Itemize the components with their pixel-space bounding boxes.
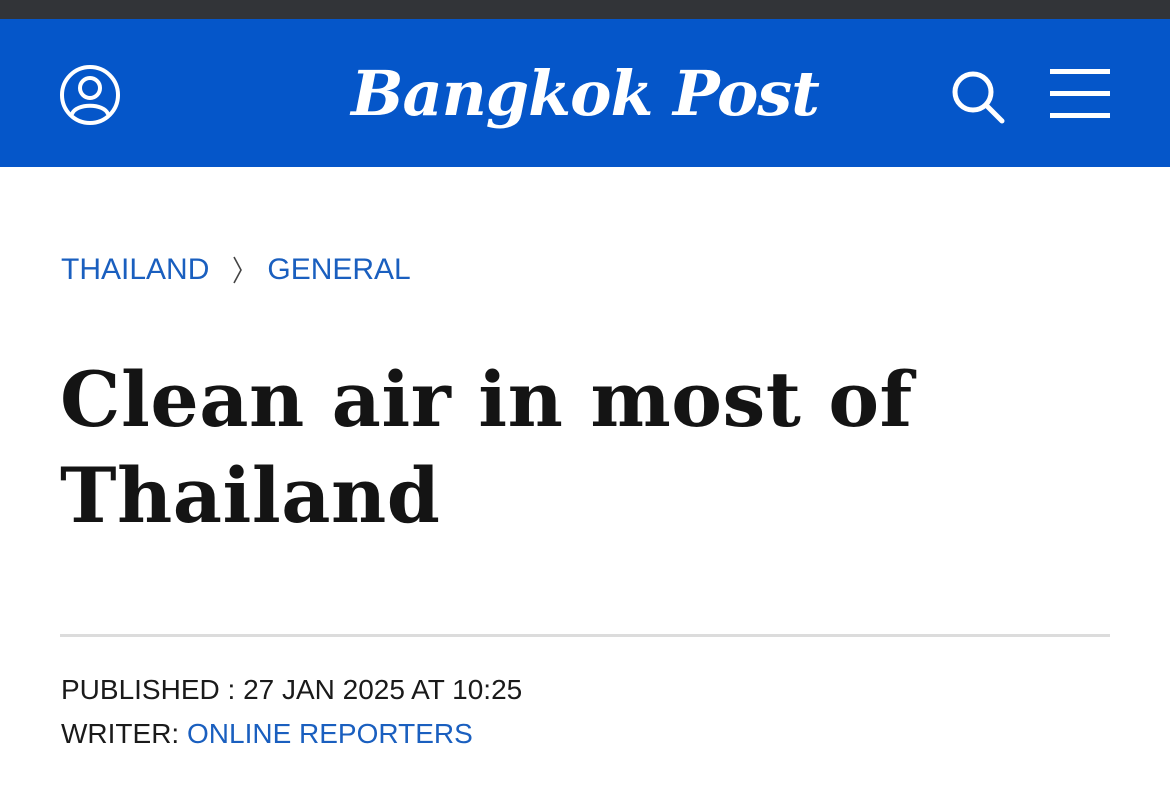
breadcrumb-general-link[interactable]: GENERAL: [267, 253, 410, 287]
site-header: Bangkok Post: [0, 19, 1170, 167]
article-title: Clean air in most of Thailand: [60, 355, 913, 540]
chevron-right-icon: [209, 250, 267, 290]
divider: [60, 634, 1110, 637]
writer-label: WRITER:: [61, 718, 187, 749]
published-info: PUBLISHED : 27 JAN 2025 AT 10:25: [61, 674, 522, 706]
user-circle-icon: [60, 65, 120, 125]
writer-link[interactable]: ONLINE REPORTERS: [187, 718, 473, 749]
published-separator: :: [219, 674, 244, 705]
published-date: 27 JAN 2025 AT 10:25: [243, 674, 523, 705]
search-button[interactable]: [948, 67, 1010, 129]
search-icon: [952, 71, 1005, 124]
status-strip: [0, 0, 1170, 19]
site-logo[interactable]: Bangkok Post: [351, 47, 820, 139]
writer-info: WRITER: ONLINE REPORTERS: [61, 718, 473, 750]
account-button[interactable]: [59, 64, 121, 126]
breadcrumb: THAILAND GENERAL: [61, 250, 411, 290]
menu-button[interactable]: [1048, 66, 1112, 122]
published-label: PUBLISHED: [61, 674, 220, 705]
hamburger-menu-icon: [1050, 69, 1110, 118]
breadcrumb-thailand-link[interactable]: THAILAND: [61, 253, 209, 287]
